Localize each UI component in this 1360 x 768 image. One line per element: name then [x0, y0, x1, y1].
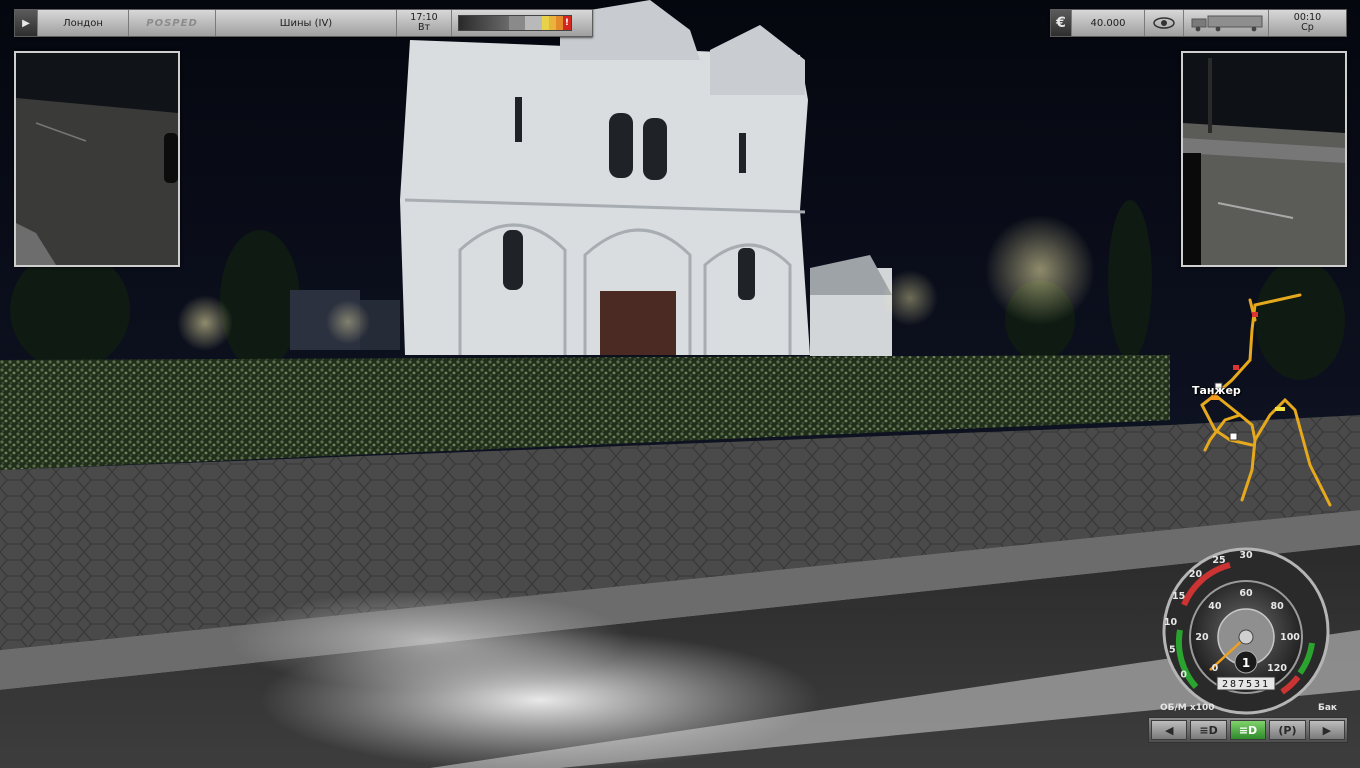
left-turn-signal-button[interactable]: ◀ [1151, 720, 1188, 740]
speed-tick-label: 120 [1267, 663, 1287, 674]
damage-meter: ! [452, 10, 592, 36]
gear-indicator: 1 [1242, 656, 1250, 670]
rpm-tick-label: 15 [1172, 591, 1185, 602]
right-turn-signal-button[interactable]: ▶ [1308, 720, 1346, 740]
rpm-tick-label: 0 [1180, 670, 1187, 681]
damage-warning-icon: ! [562, 16, 571, 30]
rpm-tick-label: 30 [1239, 550, 1253, 561]
low-beam-icon: ≡D [1199, 723, 1218, 737]
job-info-bar: ▶ Лондон POSPED Шины (IV) 17:10 Вт ! [14, 9, 593, 37]
odometer: 287531 [1222, 679, 1270, 690]
status-bar: € 40.000 00:10 Ср [1050, 9, 1347, 37]
speedometer: 1 287531 0 5 10 15 20 25 30 0 20 40 60 80 100 120 [1162, 547, 1330, 715]
company-logo: POSPED [129, 10, 216, 36]
parking-brake-button[interactable]: (P) [1269, 720, 1306, 740]
speed-tick-label: 60 [1239, 588, 1253, 599]
speed-tick-label: 100 [1280, 632, 1300, 643]
arrow-left-icon: ◀ [1164, 723, 1174, 737]
light-controls: ◀ ≡D ≡D (P) ▶ [1148, 717, 1348, 743]
arrow-right-icon: ▶ [1322, 723, 1332, 737]
rpm-label: ОБ/М x100 [1160, 703, 1215, 713]
menu-toggle-button[interactable]: ▶ [15, 10, 38, 36]
speed-tick-label: 20 [1195, 632, 1209, 643]
deadline-clock: 17:10 Вт [397, 10, 452, 36]
low-beam-button[interactable]: ≡D [1190, 720, 1227, 740]
speed-tick-label: 40 [1208, 601, 1222, 612]
right-mirror [1181, 51, 1347, 267]
cargo-name: Шины (IV) [216, 10, 397, 36]
fuel-label: Бак [1318, 703, 1338, 713]
rpm-tick-label: 10 [1164, 617, 1178, 628]
eye-icon [1153, 17, 1175, 29]
high-beam-button[interactable]: ≡D [1229, 720, 1267, 740]
game-day: Ср [1301, 22, 1314, 33]
deadline-day: Вт [417, 22, 431, 33]
damage-bar: ! [458, 15, 572, 31]
euro-icon: € [1051, 10, 1072, 36]
truck-icon [1191, 15, 1263, 32]
speed-tick-label: 80 [1270, 601, 1284, 612]
truck-status [1184, 10, 1269, 36]
money-amount: 40.000 [1072, 10, 1145, 36]
game-clock: 00:10 Ср [1269, 10, 1346, 36]
rpm-tick-label: 25 [1212, 555, 1225, 566]
rpm-tick-label: 5 [1169, 645, 1176, 656]
origin-city: Лондон [38, 10, 129, 36]
view-toggle-button[interactable] [1145, 10, 1184, 36]
speed-tick-label: 0 [1212, 663, 1219, 674]
minimap-city-label: Танжер [1192, 384, 1241, 397]
night-scene [0, 0, 1360, 768]
left-mirror [14, 51, 180, 267]
minimap [1200, 293, 1332, 507]
play-icon: ▶ [22, 17, 30, 29]
high-beam-icon: ≡D [1238, 723, 1258, 737]
parking-icon: (P) [1278, 723, 1297, 737]
rpm-tick-label: 20 [1189, 569, 1203, 580]
